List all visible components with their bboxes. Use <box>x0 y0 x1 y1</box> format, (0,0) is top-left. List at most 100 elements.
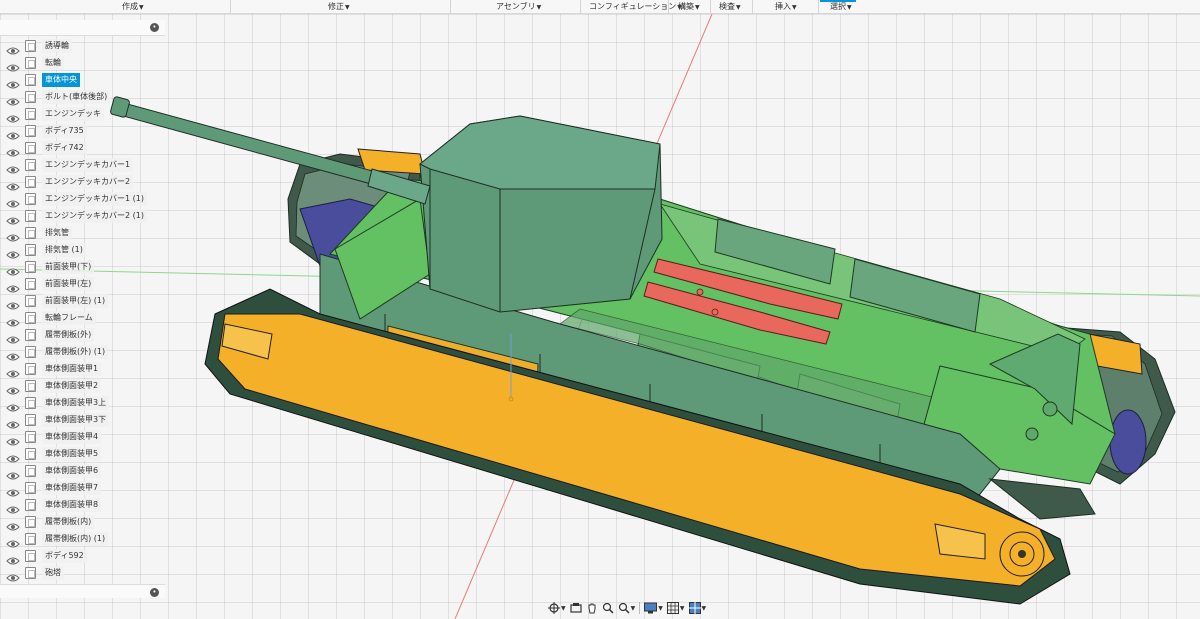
chevron-down-icon: ▼ <box>139 4 144 11</box>
browser-header: • <box>0 20 165 36</box>
toolbar-divider <box>450 0 451 14</box>
component-icon <box>25 533 36 545</box>
browser-item-label: 誘導輪 <box>42 39 72 53</box>
component-icon <box>25 193 36 205</box>
browser-item-label: ボディ742 <box>42 141 87 155</box>
browser-item-label: 車体側面装甲8 <box>42 498 102 512</box>
orbit-button[interactable]: ▼ <box>548 601 566 615</box>
look-at-button[interactable] <box>570 601 582 615</box>
canvas-viewport[interactable] <box>0 14 1200 619</box>
browser-item-label: 車体側面装甲5 <box>42 447 102 461</box>
menu-insert[interactable]: 挿入▼ <box>775 1 797 13</box>
display-settings-button[interactable]: ▼ <box>644 601 663 615</box>
zoom-window-icon <box>618 602 630 614</box>
orbit-icon <box>548 602 560 614</box>
visibility-eye-icon[interactable] <box>6 126 20 140</box>
component-icon <box>25 295 36 307</box>
component-icon <box>25 244 36 256</box>
component-icon <box>25 431 36 443</box>
visibility-eye-icon[interactable] <box>6 228 20 242</box>
visibility-eye-icon[interactable] <box>6 551 20 565</box>
visibility-eye-icon[interactable] <box>6 415 20 429</box>
visibility-eye-icon[interactable] <box>6 109 20 123</box>
visibility-eye-icon[interactable] <box>6 245 20 259</box>
visibility-eye-icon[interactable] <box>6 568 20 582</box>
menu-insert-label: 挿入 <box>775 2 791 11</box>
component-icon <box>25 329 36 341</box>
pan-button[interactable] <box>586 601 598 615</box>
component-icon <box>25 312 36 324</box>
component-icon <box>25 380 36 392</box>
menu-create[interactable]: 作成▼ <box>122 1 144 13</box>
pan-icon <box>588 603 596 614</box>
visibility-eye-icon[interactable] <box>6 500 20 514</box>
toolbar-divider <box>230 0 231 14</box>
visibility-eye-icon[interactable] <box>6 75 20 89</box>
menu-select[interactable]: 選択▼ <box>830 1 852 13</box>
navigation-bar: ▼ ▼ ▼ ▼ ▼ <box>548 600 706 616</box>
toolbar: 作成▼ 修正▼ アセンブリ▼ コンフィギュレーション▼ 構築▼ 検査▼ 挿入▼ … <box>0 0 1200 14</box>
chevron-down-icon: ▼ <box>561 604 566 612</box>
visibility-eye-icon[interactable] <box>6 466 20 480</box>
look-at-icon <box>570 603 582 613</box>
visibility-eye-icon[interactable] <box>6 483 20 497</box>
visibility-eye-icon[interactable] <box>6 449 20 463</box>
visibility-eye-icon[interactable] <box>6 296 20 310</box>
visibility-eye-icon[interactable] <box>6 330 20 344</box>
component-icon <box>25 40 36 52</box>
menu-create-label: 作成 <box>122 2 138 11</box>
visibility-eye-icon[interactable] <box>6 381 20 395</box>
visibility-eye-icon[interactable] <box>6 177 20 191</box>
chevron-down-icon: ▼ <box>536 4 542 11</box>
visibility-eye-icon[interactable] <box>6 58 20 72</box>
browser-item-label: 車体側面装甲3下 <box>42 413 110 427</box>
chevron-down-icon: ▼ <box>792 4 797 11</box>
zoom-button[interactable] <box>602 601 614 615</box>
tank-model-scene[interactable] <box>0 14 1200 619</box>
toolbar-divider <box>710 0 711 14</box>
menu-construct[interactable]: 構築▼ <box>678 1 700 13</box>
visibility-eye-icon[interactable] <box>6 432 20 446</box>
component-icon <box>25 550 36 562</box>
visibility-eye-icon[interactable] <box>6 364 20 378</box>
visibility-eye-icon[interactable] <box>6 41 20 55</box>
menu-modify[interactable]: 修正▼ <box>328 1 350 13</box>
browser-item-label: エンジンデッキカバー1 (1) <box>42 192 147 206</box>
grid-settings-button[interactable]: ▼ <box>666 601 685 615</box>
browser-item-label: 履帯側板(内) (1) <box>42 532 109 546</box>
zoom-window-button[interactable]: ▼ <box>618 601 636 615</box>
browser-item-label: 前面装甲(左) <box>42 277 95 291</box>
viewports-button[interactable]: ▼ <box>688 601 706 615</box>
browser-item-label: 車体側面装甲7 <box>42 481 102 495</box>
component-icon <box>25 363 36 375</box>
browser-item-label: 排気管 (1) <box>42 243 86 257</box>
visibility-eye-icon[interactable] <box>6 92 20 106</box>
visibility-eye-icon[interactable] <box>6 279 20 293</box>
chevron-down-icon: ▼ <box>630 604 636 612</box>
chevron-down-icon: ▼ <box>679 604 685 612</box>
visibility-eye-icon[interactable] <box>6 194 20 208</box>
visibility-eye-icon[interactable] <box>6 211 20 225</box>
browser-item-label: エンジンデッキカバー2 <box>42 175 134 189</box>
visibility-eye-icon[interactable] <box>6 534 20 548</box>
panel-options-icon[interactable]: • <box>150 23 159 32</box>
component-icon <box>25 346 36 358</box>
visibility-eye-icon[interactable] <box>6 160 20 174</box>
chevron-down-icon: ▼ <box>847 4 852 11</box>
visibility-eye-icon[interactable] <box>6 313 20 327</box>
component-icon <box>25 516 36 528</box>
browser-item-label: 履帯側板(内) <box>42 515 95 529</box>
visibility-eye-icon[interactable] <box>6 398 20 412</box>
grid-settings-icon <box>666 602 679 614</box>
browser-item-label: 砲塔 <box>42 566 64 580</box>
component-icon <box>25 278 36 290</box>
toolbar-divider <box>752 0 753 14</box>
visibility-eye-icon[interactable] <box>6 347 20 361</box>
menu-inspect[interactable]: 検査▼ <box>719 1 741 13</box>
browser-item-label: 前面装甲(左) (1) <box>42 294 109 308</box>
menu-assemble[interactable]: アセンブリ▼ <box>496 1 541 13</box>
panel-options-icon[interactable]: • <box>150 588 159 597</box>
visibility-eye-icon[interactable] <box>6 517 20 531</box>
visibility-eye-icon[interactable] <box>6 143 20 157</box>
visibility-eye-icon[interactable] <box>6 262 20 276</box>
